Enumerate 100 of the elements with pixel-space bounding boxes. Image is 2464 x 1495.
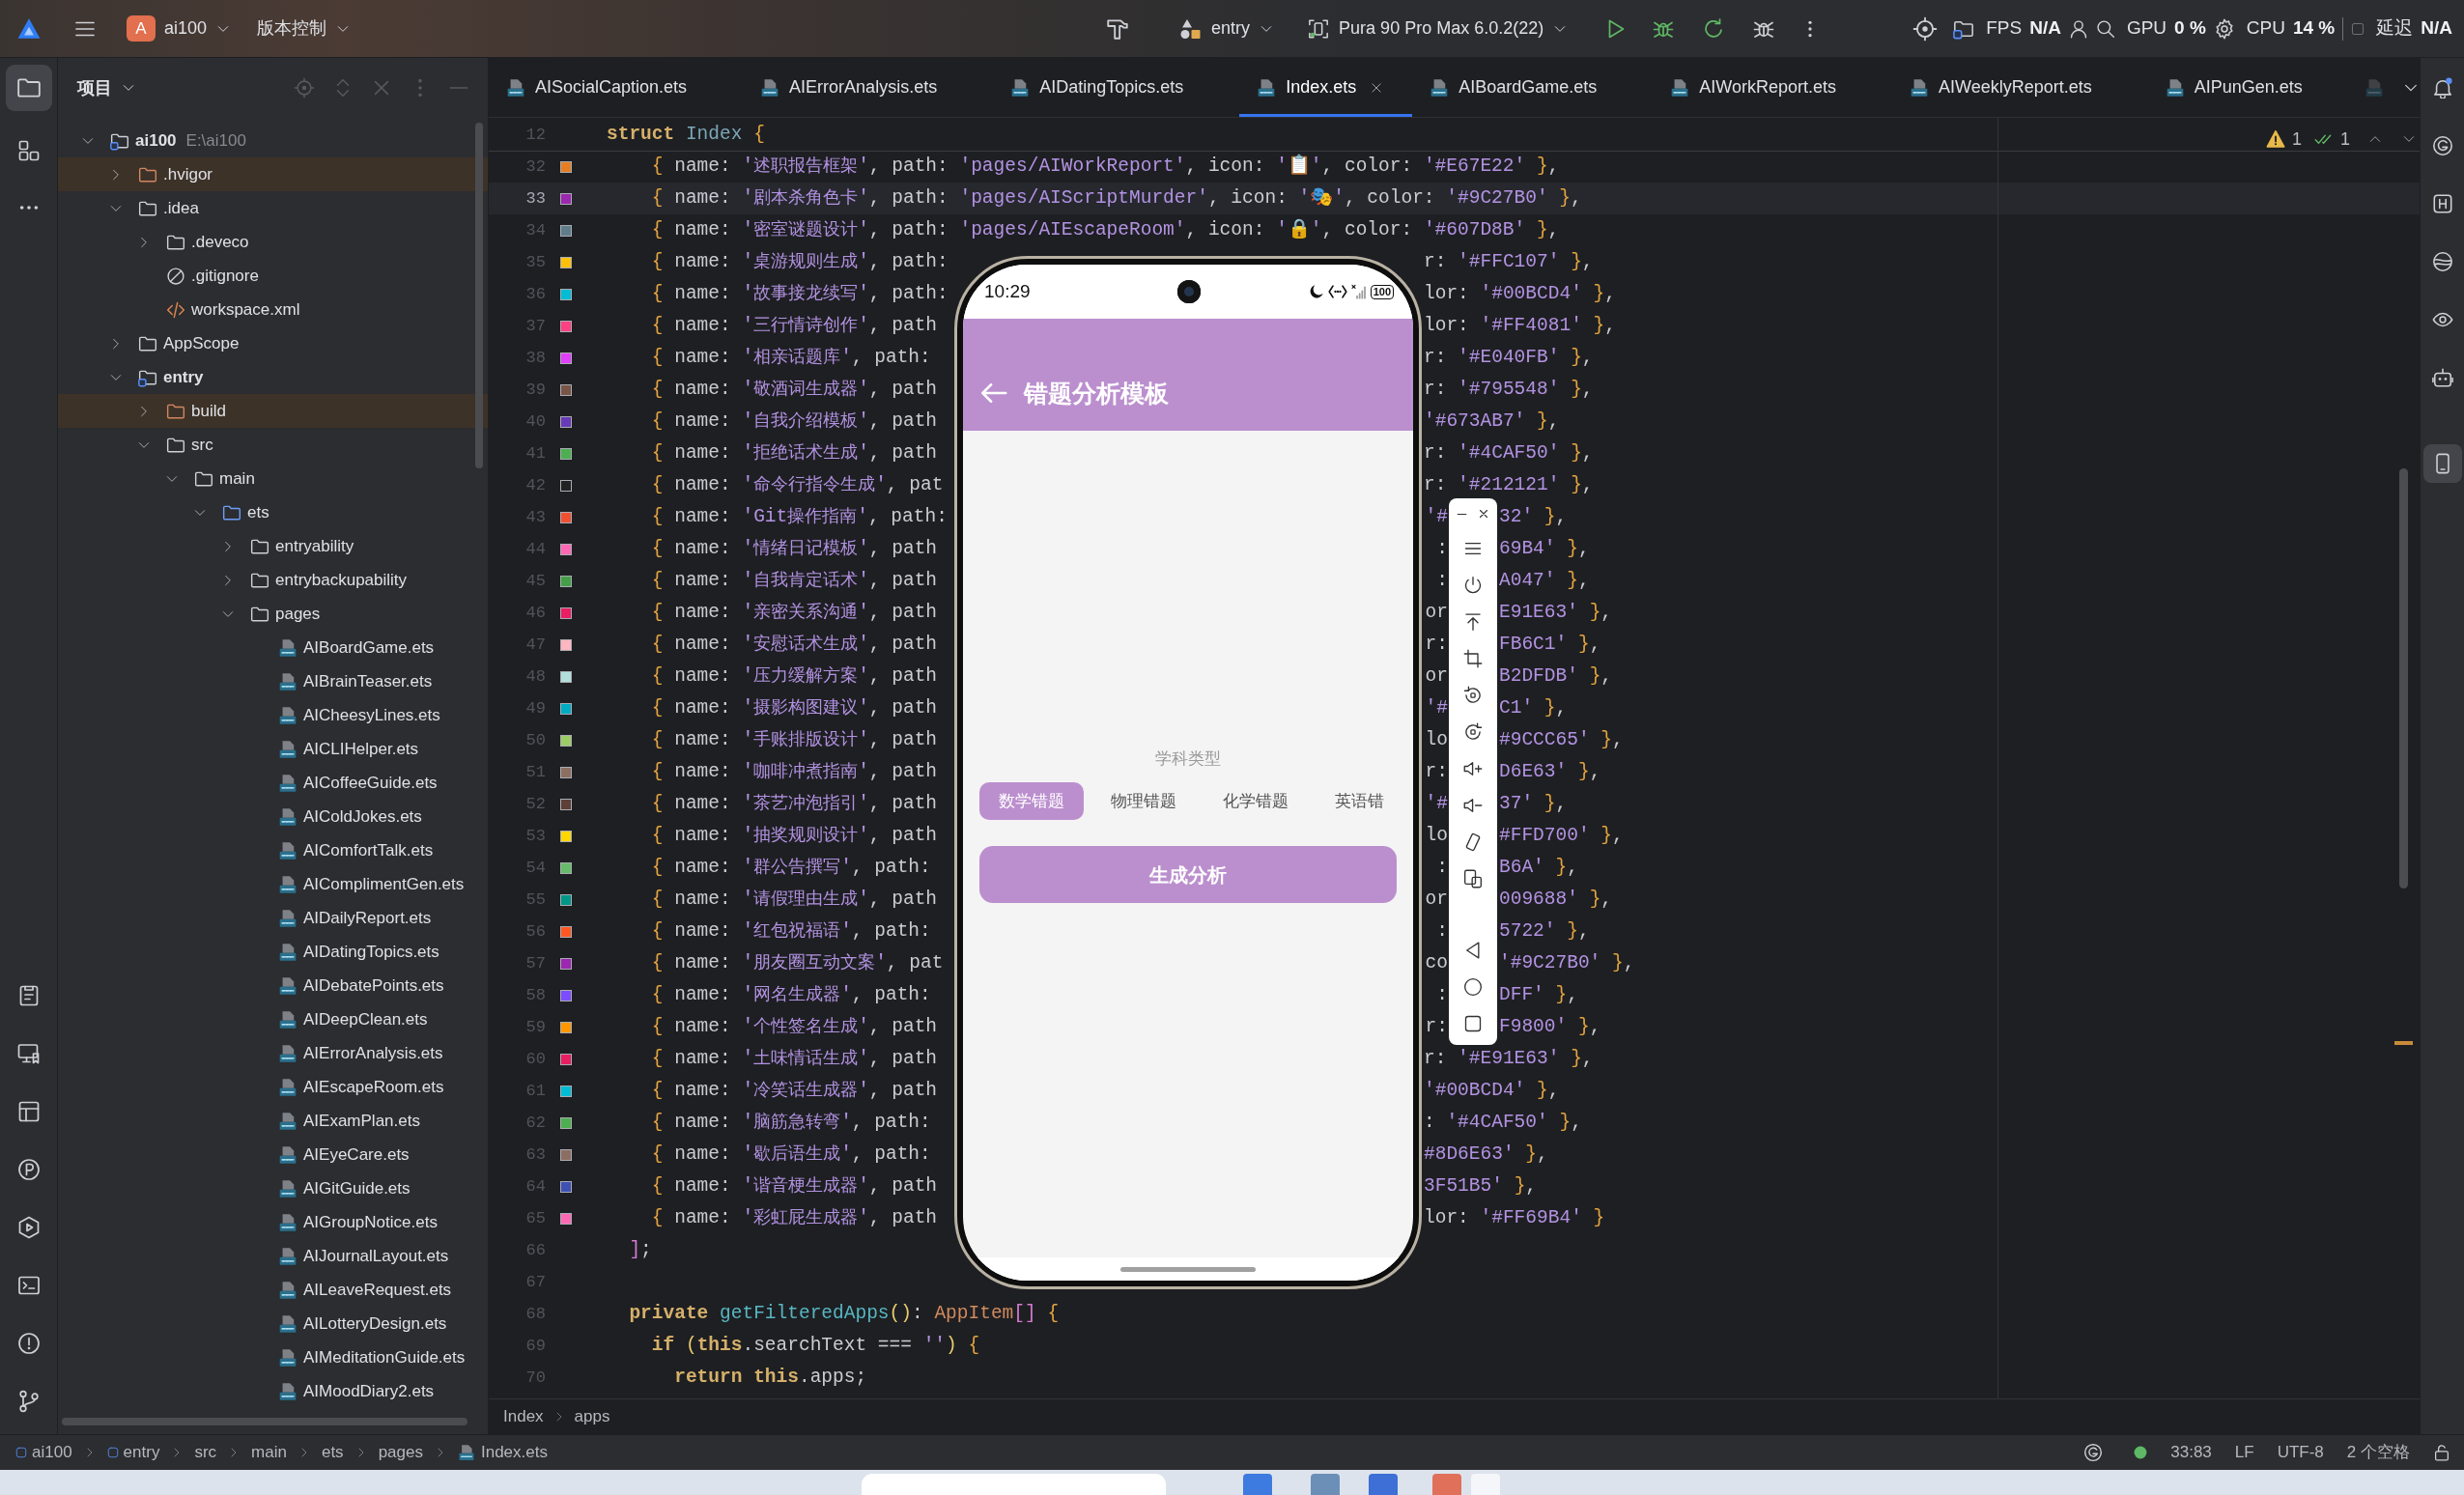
rotate-left-icon[interactable] <box>1463 686 1483 705</box>
subject-option[interactable]: 物理错题 <box>1091 782 1196 820</box>
tree-item-label[interactable]: build <box>191 398 226 424</box>
folder-icon[interactable] <box>5 65 52 111</box>
tree-row[interactable]: build <box>58 394 488 428</box>
tree-item-label[interactable]: entryability <box>275 533 354 559</box>
tree-item-label[interactable]: src <box>191 432 213 458</box>
tree-item-label[interactable]: AILeaveRequest.ets <box>303 1277 452 1303</box>
tilted-phone-icon[interactable] <box>1463 832 1483 852</box>
home-icon[interactable] <box>1463 977 1483 997</box>
power-icon[interactable] <box>1463 576 1483 595</box>
bell-icon[interactable] <box>2431 77 2453 99</box>
tree-item-label[interactable]: AIDailyReport.ets <box>303 905 432 931</box>
warning-count[interactable]: 1 <box>2292 126 2302 153</box>
breadcrumb-item[interactable]: ets <box>321 1440 344 1465</box>
alert-icon[interactable] <box>16 1332 41 1355</box>
person-icon[interactable] <box>2068 18 2088 39</box>
tree-item-label[interactable]: AIMoodDiary2.ets <box>303 1378 435 1404</box>
breadcrumb-item[interactable]: Index <box>503 1404 544 1429</box>
letter-g-icon[interactable] <box>2431 135 2453 156</box>
tree-item-label[interactable]: AIComfortTalk.ets <box>303 837 434 863</box>
lock-icon[interactable] <box>2433 1444 2450 1461</box>
letter-h-icon[interactable] <box>2431 193 2453 214</box>
subject-option[interactable]: 英语错 <box>1316 782 1403 820</box>
file-icon[interactable] <box>2364 77 2384 98</box>
project-menu[interactable]: ai100 <box>164 15 231 42</box>
robot-icon[interactable] <box>2431 367 2453 388</box>
volume-up-icon[interactable] <box>1463 759 1483 778</box>
check-count[interactable]: 1 <box>2340 126 2351 153</box>
tree-item-label[interactable]: AIJournalLayout.ets <box>303 1243 449 1269</box>
tree-item-label[interactable]: AIGitGuide.ets <box>303 1175 411 1201</box>
run-config-selector[interactable]: entry <box>1178 15 1274 42</box>
tree-item-label[interactable]: AIBrainTeaser.ets <box>303 668 433 694</box>
monitor-icon[interactable] <box>16 1042 41 1065</box>
settings-icon[interactable] <box>2213 17 2235 40</box>
layout-icon[interactable] <box>16 1100 41 1123</box>
close-icon[interactable] <box>1370 80 1384 95</box>
tree-item-label[interactable]: .hvigor <box>163 161 213 187</box>
tree-item-label[interactable]: entrybackupability <box>275 567 408 593</box>
tree-item-label[interactable]: main <box>219 465 255 492</box>
tree-item-label[interactable]: AICoffeeGuide.ets <box>303 770 438 796</box>
indent-setting[interactable]: 2 个空格 <box>2346 1440 2410 1465</box>
tree-item-label[interactable]: AIExamPlan.ets <box>303 1108 420 1134</box>
window-icon[interactable] <box>2351 21 2365 36</box>
tree-item-label[interactable]: AIDatingTopics.ets <box>303 939 439 965</box>
terminal-icon[interactable] <box>16 1274 41 1297</box>
status-dot-icon[interactable] <box>2134 1446 2148 1459</box>
crop-icon[interactable] <box>1463 649 1483 668</box>
tree-item-label[interactable]: AICLIHelper.ets <box>303 736 419 762</box>
warning-icon[interactable] <box>2266 129 2285 149</box>
tree-item-label[interactable]: ai100 <box>135 127 177 154</box>
breadcrumb-item[interactable]: ai100 <box>32 1440 72 1465</box>
breadcrumb-item[interactable]: apps <box>574 1404 610 1429</box>
editor-tab[interactable]: AIWeeklyReport.ets <box>1892 58 2148 117</box>
tree-row[interactable]: .hvigor <box>58 157 488 191</box>
structure-icon[interactable] <box>16 139 41 162</box>
close-icon[interactable] <box>1478 508 1489 520</box>
tree-item-label[interactable]: .gitignore <box>191 263 259 289</box>
caret-position[interactable]: 33:83 <box>2170 1440 2212 1465</box>
tree-item-label[interactable]: pages <box>275 601 321 627</box>
square-icon[interactable] <box>1463 1014 1483 1033</box>
volume-down-icon[interactable] <box>1463 796 1483 815</box>
tree-item-label[interactable]: AIComplimentGen.ets <box>303 871 465 897</box>
tree-item-label[interactable]: AppScope <box>163 330 240 356</box>
breadcrumb-item[interactable]: pages <box>378 1440 423 1465</box>
file-encoding[interactable]: UTF-8 <box>2277 1440 2324 1465</box>
arrow-to-top-icon[interactable] <box>1463 612 1483 632</box>
editor-tab[interactable]: Index.ets <box>1239 58 1413 117</box>
tree-item-label[interactable]: AIMeditationGuide.ets <box>303 1344 466 1370</box>
line-separator[interactable]: LF <box>2234 1440 2254 1465</box>
tree-item-label[interactable]: .deveco <box>191 229 249 255</box>
tree-item-label[interactable]: workspace.xml <box>191 296 300 323</box>
breadcrumb-item[interactable]: Index.ets <box>480 1440 548 1465</box>
tree-item-label[interactable]: AILotteryDesign.ets <box>303 1311 447 1337</box>
tree-item-label[interactable]: AIEscapeRoom.ets <box>303 1074 444 1100</box>
taskbar-search-field[interactable] <box>862 1474 1166 1495</box>
letter-p-icon[interactable] <box>16 1158 41 1181</box>
devices-icon[interactable] <box>1463 869 1483 889</box>
vcs-menu[interactable]: 版本控制 <box>257 15 351 42</box>
editor-tab[interactable]: AIDatingTopics.ets <box>993 58 1240 117</box>
tree-item-label[interactable]: .idea <box>163 195 199 221</box>
subject-option[interactable]: 化学错题 <box>1204 782 1308 820</box>
tree-item-label[interactable]: AIColdJokes.ets <box>303 804 422 830</box>
breadcrumb-item[interactable]: entry <box>123 1440 160 1465</box>
tree-item-label[interactable]: AIErrorAnalysis.ets <box>303 1040 443 1066</box>
tree-item-label[interactable]: AIDeepClean.ets <box>303 1006 428 1032</box>
device-selector[interactable]: Pura 90 Pro Max 6.0.2(22) <box>1308 15 1568 42</box>
editor-tab[interactable]: AIErrorAnalysis.ets <box>743 58 994 117</box>
home-indicator[interactable] <box>1120 1266 1256 1272</box>
rotate-right-icon[interactable] <box>1463 722 1483 742</box>
tree-item-label[interactable]: ets <box>247 499 269 525</box>
tree-item-label[interactable]: AIGroupNotice.ets <box>303 1209 438 1235</box>
editor-tab[interactable]: AIWorkReport.ets <box>1653 58 1893 117</box>
editor-tab[interactable]: AIBoardGame.ets <box>1412 58 1654 117</box>
tree-item-label[interactable]: AIDebatePoints.ets <box>303 973 444 999</box>
project-view-menu[interactable]: 项目 <box>77 74 135 101</box>
breadcrumb-item[interactable]: main <box>251 1440 287 1465</box>
phone-icon[interactable] <box>2422 444 2462 483</box>
editor-tab[interactable]: AIPunGen.ets <box>2147 58 2359 117</box>
scrollbar-thumb[interactable] <box>475 123 483 468</box>
